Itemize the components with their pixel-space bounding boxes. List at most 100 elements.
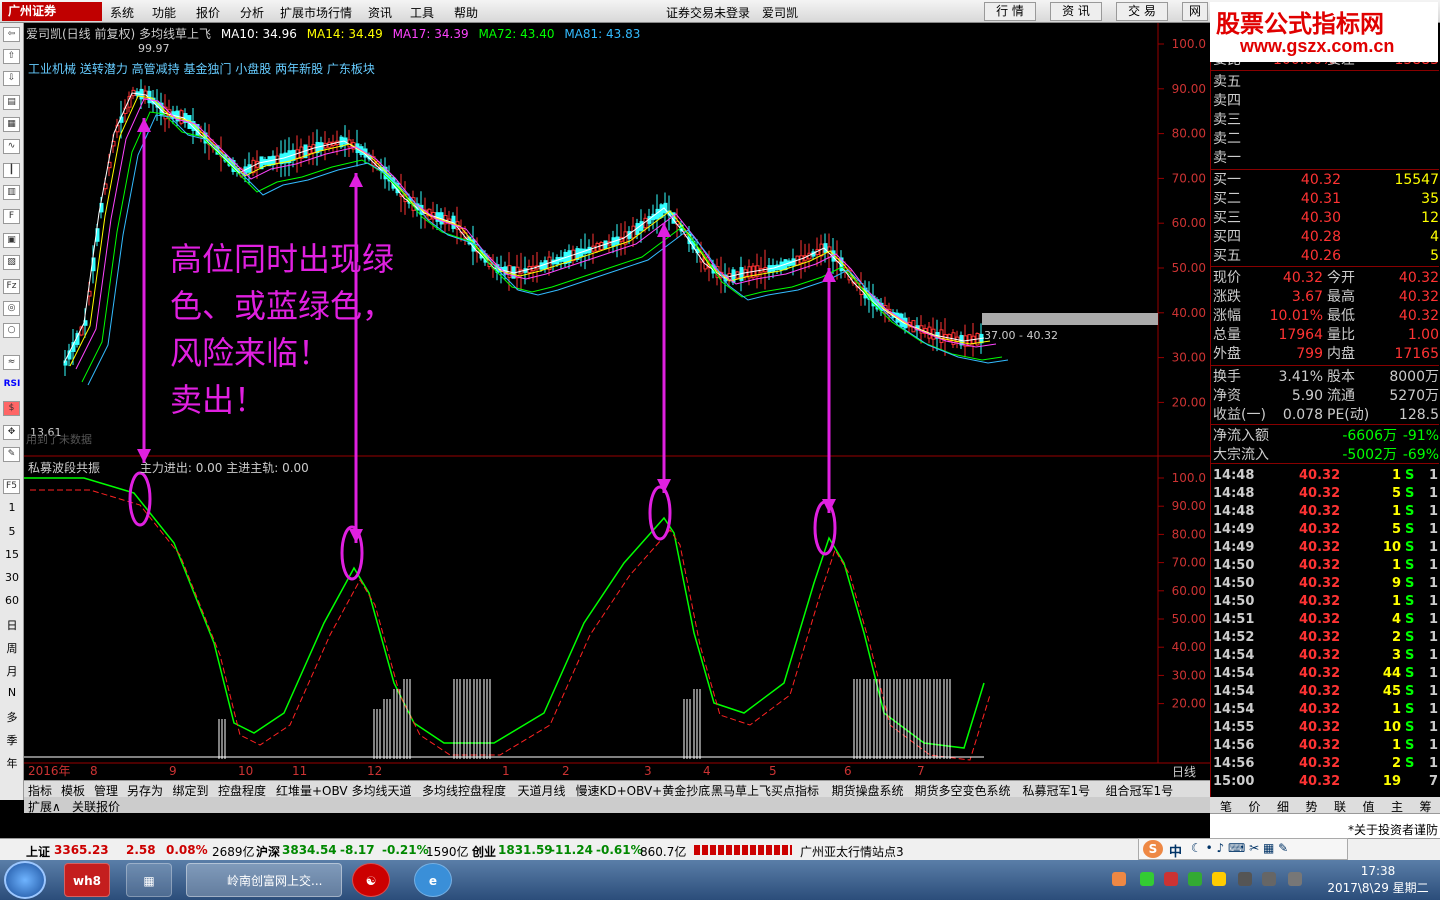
line-chart-icon[interactable]: ∿ (3, 139, 20, 154)
ie-icon[interactable]: e (414, 863, 452, 897)
chart-title: 爱司凯(日线 前复权) 多均线草上飞 (26, 27, 211, 41)
buy-row: 买四 40.28 4 (1213, 228, 1439, 246)
sogou-icon[interactable]: S (1143, 840, 1163, 858)
news-icon[interactable]: ▧ (3, 255, 20, 270)
related-quote-tab[interactable]: 关联报价 (72, 798, 120, 815)
period-btn-n[interactable]: N (2, 686, 22, 699)
system-clock[interactable]: 17:38 2017\8\29 星期二 (1318, 863, 1438, 897)
tray-shield-icon[interactable] (1164, 872, 1178, 886)
period-btn-60[interactable]: 60 (2, 594, 22, 607)
tick-row: 14:50 40.32 1 S 1 (1213, 593, 1439, 611)
calculator-icon[interactable]: ▦ (126, 863, 172, 897)
tray-volume-icon[interactable] (1238, 872, 1252, 886)
menu-analysis[interactable]: 分析 (240, 4, 264, 21)
app-red-icon[interactable]: ☯ (352, 863, 390, 897)
tick-cell: 40.32 (1299, 756, 1341, 771)
tick-cell: 1 (1429, 504, 1439, 519)
taskbar-window-button[interactable]: 岭南创富网上交... (186, 863, 342, 897)
indicator-tick-label: 40.00 (1172, 640, 1206, 654)
menu-quote[interactable]: 报价 (196, 4, 220, 21)
date-axis-label: 2 (562, 764, 570, 778)
wh8-app-icon[interactable]: wh8 (64, 863, 110, 897)
sell-2: 卖二 (1213, 130, 1439, 148)
period-btn-year[interactable]: 年 (2, 755, 22, 771)
sell-1: 卖一 (1213, 149, 1439, 167)
ime-tools-icon[interactable]: ☾ • ♪ ⌨ ✂ ▦ ✎ (1191, 841, 1288, 855)
start-button-icon[interactable] (4, 861, 46, 899)
stat-value: 799 (1296, 346, 1323, 362)
tray-sogou-icon[interactable] (1112, 872, 1126, 886)
buy-volume: 15547 (1394, 172, 1439, 188)
tick-cell: 1 (1429, 630, 1439, 645)
image-icon[interactable]: ▣ (3, 233, 20, 248)
menu-news[interactable]: 资讯 (368, 4, 392, 21)
tick-cell: 1 (1429, 576, 1439, 591)
layout-icon[interactable]: ▥ (3, 185, 20, 200)
buy-row: 买三 40.30 12 (1213, 209, 1439, 227)
money-icon[interactable]: $ (3, 401, 20, 416)
f10-icon[interactable]: F (3, 209, 20, 224)
trade-tab-button[interactable]: 交 易 (1116, 2, 1168, 21)
ime-mode[interactable]: 中 (1169, 841, 1182, 860)
tick-cell: 1 (1391, 702, 1401, 717)
down-arrow-icon[interactable]: ⇩ (3, 71, 20, 86)
f5-icon[interactable]: F5 (3, 479, 20, 494)
notice-link[interactable]: *关于投资者谨防 (1348, 821, 1438, 838)
rsi-button[interactable]: RSI (2, 379, 22, 389)
period-btn-5[interactable]: 5 (2, 525, 22, 538)
back-arrow-icon[interactable]: ⇦ (3, 27, 20, 42)
price-tick-label: 70.00 (1172, 171, 1206, 185)
tick-cell: S (1405, 630, 1415, 645)
period-btn-1[interactable]: 1 (2, 501, 22, 514)
period-btn-month[interactable]: 月 (2, 663, 22, 679)
hs-label: 沪深 (256, 845, 281, 859)
tray-network-icon[interactable] (1262, 872, 1276, 886)
watermark-url: www.gszx.com.cn (1240, 36, 1395, 56)
stat-label: 现价 (1213, 270, 1241, 286)
period-btn-15[interactable]: 15 (2, 548, 22, 561)
tick-cell: 40.32 (1299, 504, 1341, 519)
period-btn-30[interactable]: 30 (2, 571, 22, 584)
indicator-tick-label: 80.00 (1172, 527, 1206, 541)
period-btn-day[interactable]: 日 (2, 617, 22, 633)
news-tab-button[interactable]: 资 讯 (1050, 2, 1102, 21)
sh-label: 上证 (26, 845, 51, 859)
tick-row: 14:48 40.32 5 S 1 (1213, 485, 1439, 503)
tray-360-icon[interactable] (1188, 872, 1202, 886)
pencil-icon[interactable]: ✎ (3, 447, 20, 462)
period-btn-quarter[interactable]: 季 (2, 732, 22, 748)
menu-tools[interactable]: 工具 (410, 4, 434, 21)
tray-security-icon[interactable] (1140, 872, 1154, 886)
wave-icon[interactable]: ≈ (3, 355, 20, 370)
tray-plus-icon[interactable] (1212, 872, 1226, 886)
tray-flag-icon[interactable] (1288, 872, 1302, 886)
web-tab-button[interactable]: 网 (1182, 2, 1208, 21)
menu-help[interactable]: 帮助 (454, 4, 478, 21)
buy-row: 买二 40.31 35 (1213, 190, 1439, 208)
menu-function[interactable]: 功能 (152, 4, 176, 21)
tick-cell: 1 (1429, 486, 1439, 501)
expand-tab[interactable]: 扩展∧ (28, 798, 61, 815)
cy-change: -11.24 (550, 843, 593, 857)
kline-icon[interactable]: ┃ (3, 163, 20, 178)
table-icon[interactable]: ▦ (3, 117, 20, 132)
tick-row: 14:52 40.32 2 S 1 (1213, 629, 1439, 647)
fiz-icon[interactable]: Fz (3, 279, 20, 294)
server-site[interactable]: 广州亚太行情站点3 (800, 843, 904, 860)
tick-cell: S (1405, 684, 1415, 699)
up-arrow-icon[interactable]: ⇧ (3, 49, 20, 64)
buy-price: 40.30 (1300, 210, 1341, 226)
circle-icon[interactable]: ○ (3, 323, 20, 338)
price-tick-label: 60.00 (1172, 216, 1206, 230)
target-icon[interactable]: ◎ (3, 301, 20, 316)
tick-cell: 1 (1429, 702, 1439, 717)
indicator-title: 私募波段共振 主力进出: 0.00 主进主轨: 0.00 (28, 459, 309, 476)
tick-cell: 1 (1391, 468, 1401, 483)
menu-system[interactable]: 系统 (110, 4, 134, 21)
menu-extended-market[interactable]: 扩展市场行情 (280, 4, 352, 21)
report-icon[interactable]: ▤ (3, 95, 20, 110)
quote-tab-button[interactable]: 行 情 (984, 2, 1036, 21)
period-btn-multi[interactable]: 多 (2, 709, 22, 725)
period-btn-week[interactable]: 周 (2, 640, 22, 656)
move-icon[interactable]: ✥ (3, 425, 20, 440)
